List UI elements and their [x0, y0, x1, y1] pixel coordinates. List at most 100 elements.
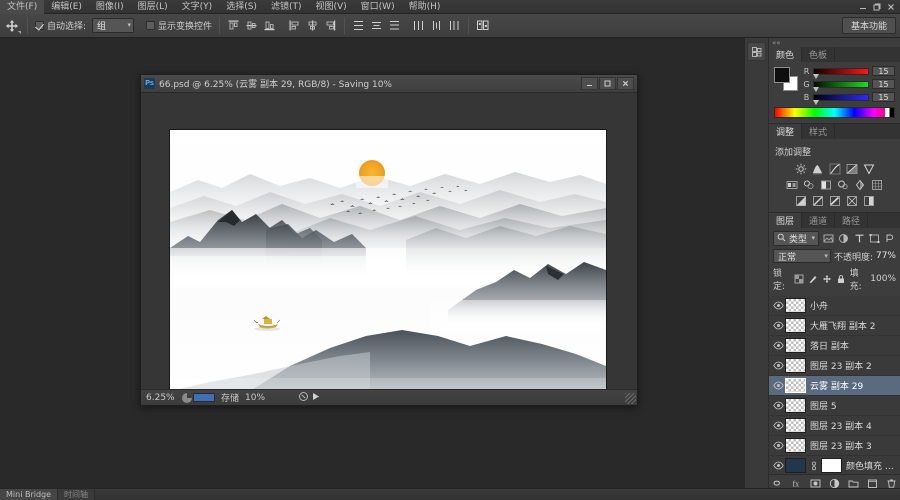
- minimize-icon[interactable]: [856, 1, 870, 13]
- align-bottom-edges-icon[interactable]: [261, 17, 278, 35]
- red-slider-thumb[interactable]: [812, 73, 819, 79]
- move-tool-icon[interactable]: [2, 16, 22, 36]
- tab-adjustments[interactable]: 调整: [769, 124, 803, 139]
- layer-row[interactable]: 图层 23 副本 3: [769, 436, 900, 456]
- posterize-icon[interactable]: [811, 194, 824, 207]
- auto-align-layers-icon[interactable]: [474, 17, 491, 35]
- layer-visibility-icon[interactable]: [771, 359, 785, 373]
- channel-mixer-icon[interactable]: [854, 178, 867, 191]
- layer-row[interactable]: 颜色填充 1 副本: [769, 456, 900, 474]
- workspace-switcher[interactable]: 基本功能: [841, 17, 896, 34]
- foreground-color-swatch[interactable]: [774, 67, 790, 83]
- show-transform-checkbox[interactable]: 显示变换控件: [144, 19, 214, 32]
- red-value[interactable]: 15: [872, 66, 895, 76]
- document-maximize-button[interactable]: [599, 77, 616, 90]
- layer-row[interactable]: 图层 23 副本 4: [769, 416, 900, 436]
- layer-filter-kind-dropdown[interactable]: 类型 ▾: [773, 231, 819, 246]
- menu-item-window[interactable]: 窗口(W): [354, 0, 402, 14]
- document-minimize-button[interactable]: [581, 77, 598, 90]
- menu-item-edit[interactable]: 编辑(E): [44, 0, 89, 14]
- blue-value[interactable]: 15: [872, 92, 895, 102]
- distribute-top-edges-icon[interactable]: [350, 17, 367, 35]
- align-right-edges-icon[interactable]: [322, 17, 339, 35]
- window-resize-grip[interactable]: [625, 393, 636, 404]
- menu-item-help[interactable]: 帮助(H): [402, 0, 448, 14]
- layer-thumbnail[interactable]: [785, 338, 806, 353]
- layer-visibility-icon[interactable]: [771, 299, 785, 313]
- lock-transparent-icon[interactable]: [794, 274, 804, 285]
- history-panel-icon[interactable]: [747, 42, 766, 61]
- opacity-value[interactable]: 77%: [876, 251, 896, 261]
- vibrance-icon[interactable]: [862, 162, 875, 175]
- distribute-horizontal-centers-icon[interactable]: [428, 17, 445, 35]
- gradient-map-icon[interactable]: [845, 194, 858, 207]
- layer-thumbnail[interactable]: [785, 318, 806, 333]
- curves-icon[interactable]: [828, 162, 841, 175]
- color-swatches[interactable]: [774, 67, 798, 91]
- levels-icon[interactable]: [811, 162, 824, 175]
- tab-paths[interactable]: 路径: [835, 213, 869, 228]
- exposure-icon[interactable]: [845, 162, 858, 175]
- color-lookup-icon[interactable]: [871, 178, 884, 191]
- green-slider-thumb[interactable]: [812, 86, 819, 92]
- tab-styles[interactable]: 样式: [802, 124, 836, 139]
- color-balance-icon[interactable]: [803, 178, 816, 191]
- green-slider[interactable]: [812, 80, 869, 92]
- layer-row[interactable]: 大雁飞翔 副本 2: [769, 316, 900, 336]
- layer-row[interactable]: 图层 23 副本 2: [769, 356, 900, 376]
- layer-visibility-icon[interactable]: [771, 459, 785, 473]
- layer-visibility-icon[interactable]: [771, 339, 785, 353]
- layer-thumbnail[interactable]: [785, 378, 806, 393]
- layer-thumbnail[interactable]: [785, 418, 806, 433]
- distribute-vertical-centers-icon[interactable]: [368, 17, 385, 35]
- mini-bridge-tab[interactable]: Mini Bridge: [0, 488, 59, 500]
- tab-channels[interactable]: 通道: [802, 213, 836, 228]
- close-icon[interactable]: [884, 1, 898, 13]
- align-vertical-centers-icon[interactable]: [243, 17, 260, 35]
- color-spectrum-ramp[interactable]: [774, 107, 895, 118]
- layer-visibility-icon[interactable]: [771, 379, 785, 393]
- filter-adjustment-icon[interactable]: [837, 232, 849, 245]
- tab-layers[interactable]: 图层: [769, 213, 803, 228]
- show-transform-checkbox-box[interactable]: [146, 21, 156, 30]
- document-close-button[interactable]: [617, 77, 634, 90]
- layer-row[interactable]: 落日 副本: [769, 336, 900, 356]
- layer-visibility-icon[interactable]: [771, 319, 785, 333]
- menu-item-type[interactable]: 文字(Y): [175, 0, 220, 14]
- filter-pixel-icon[interactable]: [822, 232, 834, 245]
- mask-link-icon[interactable]: [810, 461, 818, 471]
- layer-list[interactable]: 小舟 大雁飞翔 副本 2 落日 副本 图层 23 副本 2 云雾 副本 29 图层 5 图层…: [769, 296, 900, 474]
- layer-thumbnail[interactable]: [785, 438, 806, 453]
- layer-row[interactable]: 图层 5: [769, 396, 900, 416]
- zoom-level[interactable]: 6.25%: [146, 393, 176, 403]
- menu-item-layer[interactable]: 图层(L): [131, 0, 175, 14]
- fill-value[interactable]: 100%: [870, 274, 896, 284]
- distribute-right-edges-icon[interactable]: [446, 17, 463, 35]
- layer-visibility-icon[interactable]: [771, 399, 785, 413]
- filter-shape-icon[interactable]: [868, 232, 880, 245]
- auto-select-scope-dropdown[interactable]: 组 ▾: [92, 18, 135, 33]
- photo-filter-icon[interactable]: [837, 178, 850, 191]
- collapse-panels-icon[interactable]: ««: [769, 38, 900, 47]
- brightness-contrast-icon[interactable]: [794, 162, 807, 175]
- hue-saturation-icon[interactable]: [786, 178, 799, 191]
- menu-item-filter[interactable]: 滤镜(T): [264, 0, 309, 14]
- threshold-icon[interactable]: [828, 194, 841, 207]
- lock-image-icon[interactable]: [808, 274, 818, 285]
- blue-slider-thumb[interactable]: [812, 99, 819, 105]
- distribute-bottom-edges-icon[interactable]: [386, 17, 403, 35]
- lock-all-icon[interactable]: [836, 274, 846, 285]
- artwork-canvas[interactable]: [170, 130, 606, 389]
- auto-select-checkbox-box[interactable]: [35, 21, 44, 30]
- layer-thumbnail[interactable]: [785, 298, 806, 313]
- menu-item-select[interactable]: 选择(S): [219, 0, 264, 14]
- align-horizontal-centers-icon[interactable]: [304, 17, 321, 35]
- menu-item-file[interactable]: 文件(F): [0, 0, 45, 14]
- layer-thumbnail[interactable]: [785, 458, 806, 473]
- layer-visibility-icon[interactable]: [771, 419, 785, 433]
- cancel-icon[interactable]: [299, 391, 309, 404]
- align-top-edges-icon[interactable]: [225, 17, 242, 35]
- selective-color-icon[interactable]: [862, 194, 875, 207]
- play-icon[interactable]: [312, 392, 320, 404]
- document-canvas-area[interactable]: [141, 93, 637, 389]
